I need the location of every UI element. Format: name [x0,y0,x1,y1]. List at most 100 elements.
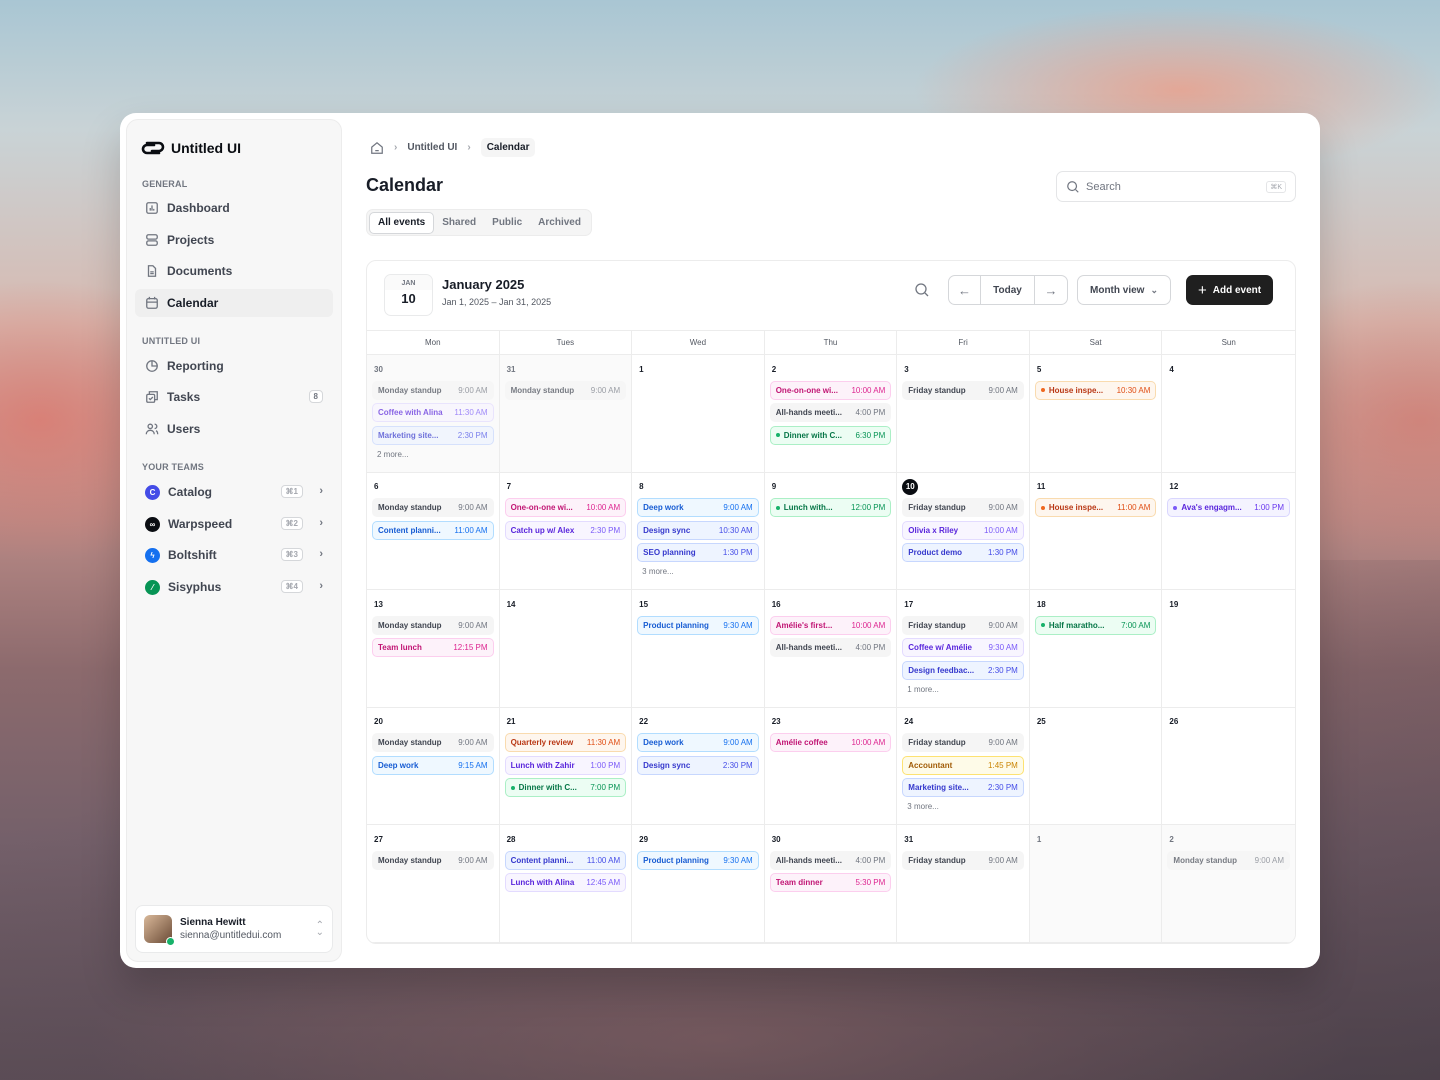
event-chip[interactable]: Monday standup 9:00 AM [372,380,494,400]
tab-archived[interactable]: Archived [530,212,589,234]
day-cell[interactable]: 2 One-on-one wi... 10:00 AM All-hands meeti… [764,355,898,473]
day-cell[interactable]: 1 [632,355,765,473]
day-cell[interactable]: 4 [1162,355,1295,473]
today-button[interactable]: Today [981,276,1035,304]
day-cell[interactable]: 6 Monday standup 9:00 AM Content planni... 1… [367,472,500,590]
event-chip[interactable]: Olivia x Riley 10:00 AM [902,520,1024,540]
event-chip[interactable]: Coffee with Alina 11:30 AM [372,403,494,422]
day-cell[interactable]: 21 Quarterly review 11:30 AM Lunch with Zah… [499,707,633,825]
sidebar-item-dashboard[interactable]: Dashboard [135,194,333,222]
event-chip[interactable]: House inspe... 10:30 AM [1034,380,1157,400]
event-chip[interactable]: Catch up w/ Alex 2:30 PM [504,520,627,540]
team-item-catalog[interactable]: C Catalog ⌘1 › [135,478,333,506]
day-cell[interactable]: 16 Amélie's first... 10:00 AM All-hands mee… [764,590,898,708]
event-chip[interactable]: Lunch with... 12:00 PM [769,498,892,517]
event-chip[interactable]: Friday standup 9:00 AM [902,850,1024,870]
event-chip[interactable]: Monday standup 9:00 AM [372,615,494,635]
day-cell[interactable]: 1 [1029,825,1163,943]
event-chip[interactable]: Product demo 1:30 PM [902,543,1024,562]
previous-month-button[interactable]: ← [949,276,981,304]
event-chip[interactable]: Amélie coffee 10:00 AM [769,733,892,752]
event-chip[interactable]: Design sync 2:30 PM [637,755,759,775]
day-cell[interactable]: 31 Friday standup 9:00 AM [897,825,1030,943]
event-chip[interactable]: Team lunch 12:15 PM [372,638,494,657]
day-cell[interactable]: 20 Monday standup 9:00 AM Deep work 9:15 AM [367,707,500,825]
day-cell[interactable]: 13 Monday standup 9:00 AM Team lunch 12:15 P… [367,590,500,708]
sidebar-item-tasks[interactable]: Tasks 8 [135,383,333,411]
day-cell[interactable]: 30 Monday standup 9:00 AM Coffee with Alina… [367,355,500,473]
tab-shared[interactable]: Shared [434,212,484,234]
team-item-boltshift[interactable]: ϟ Boltshift ⌘3 › [135,541,333,569]
event-chip[interactable]: Monday standup 9:00 AM [372,733,494,752]
event-chip[interactable]: Deep work 9:00 AM [637,498,759,517]
day-cell[interactable]: 26 [1162,708,1295,825]
event-chip[interactable]: Accountant 1:45 PM [902,755,1024,775]
sidebar-item-users[interactable]: Users [135,415,333,443]
event-chip[interactable]: Ava's engagm... 1:00 PM [1167,498,1290,517]
breadcrumb-current[interactable]: Calendar [480,138,536,157]
month-view-dropdown[interactable]: Month view ⌄ [1077,275,1171,305]
home-icon[interactable] [370,141,384,155]
event-chip[interactable]: Amélie's first... 10:00 AM [769,615,892,635]
day-cell[interactable]: 28 Content planni... 11:00 AM Lunch with Al… [499,825,633,943]
event-chip[interactable]: Quarterly review 11:30 AM [504,733,627,752]
tab-public[interactable]: Public [484,212,530,234]
event-chip[interactable]: SEO planning 1:30 PM [637,543,759,562]
day-cell[interactable]: 10 Friday standup 9:00 AM Olivia x Riley 10:… [897,472,1030,590]
day-cell[interactable]: 15 Product planning 9:30 AM [632,590,765,708]
next-month-button[interactable]: → [1035,276,1067,304]
event-chip[interactable]: Dinner with C... 7:00 PM [504,778,627,797]
breadcrumb-item[interactable]: Untitled UI [407,142,457,153]
event-chip[interactable]: Lunch with Zahir 1:00 PM [504,755,627,775]
day-cell[interactable]: 7 One-on-one wi... 10:00 AM Catch up w/ Ale… [499,472,633,590]
day-cell[interactable]: 17 Friday standup 9:00 AM Coffee w/ Amélie 9… [897,590,1030,708]
day-cell[interactable]: 31 Monday standup 9:00 AM [499,355,633,473]
search-input[interactable]: Search ⌘K [1056,171,1296,202]
event-chip[interactable]: All-hands meeti... 4:00 PM [769,850,892,870]
team-item-sisyphus[interactable]: ⁄ Sisyphus ⌘4 › [135,573,333,601]
more-events-link[interactable]: 3 more... [637,567,759,576]
event-chip[interactable]: Monday standup 9:00 AM [372,498,494,517]
brand-logo[interactable]: Untitled UI [141,140,241,156]
event-chip[interactable]: Marketing site... 2:30 PM [902,778,1024,797]
event-chip[interactable]: Monday standup 9:00 AM [504,380,627,400]
more-events-link[interactable]: 3 more... [902,802,1024,811]
day-cell[interactable]: 24 Friday standup 9:00 AM Accountant 1:45 PM… [897,707,1030,825]
event-chip[interactable]: Monday standup 9:00 AM [1167,850,1290,870]
event-chip[interactable]: Deep work 9:15 AM [372,755,494,775]
event-chip[interactable]: Product planning 9:30 AM [637,850,759,870]
day-cell[interactable]: 18 Half maratho... 7:00 AM [1029,590,1163,708]
event-chip[interactable]: Friday standup 9:00 AM [902,615,1024,635]
event-chip[interactable]: Design sync 10:30 AM [637,520,759,540]
sidebar-item-documents[interactable]: Documents [135,257,333,285]
event-chip[interactable]: Deep work 9:00 AM [637,733,759,752]
day-cell[interactable]: 3 Friday standup 9:00 AM [897,355,1030,473]
day-cell[interactable]: 8 Deep work 9:00 AM Design sync 10:30 AM SEO … [632,472,765,590]
day-cell[interactable]: 30 All-hands meeti... 4:00 PM Team dinner 5:… [764,825,898,943]
day-cell[interactable]: 12 Ava's engagm... 1:00 PM [1162,473,1295,590]
event-chip[interactable]: One-on-one wi... 10:00 AM [769,380,892,400]
day-cell[interactable]: 2 Monday standup 9:00 AM [1162,825,1295,943]
event-chip[interactable]: Lunch with Alina 12:45 AM [504,873,627,892]
event-chip[interactable]: Coffee w/ Amélie 9:30 AM [902,638,1024,657]
day-cell[interactable]: 23 Amélie coffee 10:00 AM [764,707,898,825]
event-chip[interactable]: Design feedbac... 2:30 PM [902,660,1024,680]
event-chip[interactable]: Content planni... 11:00 AM [372,520,494,540]
calendar-search-button[interactable] [914,275,930,305]
add-event-button[interactable]: + Add event [1186,275,1274,305]
event-chip[interactable]: Monday standup 9:00 AM [372,850,494,870]
day-cell[interactable]: 9 Lunch with... 12:00 PM [764,472,898,590]
event-chip[interactable]: Marketing site... 2:30 PM [372,425,494,445]
more-events-link[interactable]: 2 more... [372,450,494,459]
event-chip[interactable]: Dinner with C... 6:30 PM [769,425,892,445]
day-cell[interactable]: 19 [1162,590,1295,708]
event-chip[interactable]: Team dinner 5:30 PM [769,873,892,892]
day-cell[interactable]: 25 [1029,707,1163,825]
event-chip[interactable]: Half maratho... 7:00 AM [1034,615,1157,635]
day-cell[interactable]: 5 House inspe... 10:30 AM [1029,355,1163,473]
day-cell[interactable]: 22 Deep work 9:00 AM Design sync 2:30 PM [632,707,765,825]
event-chip[interactable]: Friday standup 9:00 AM [902,498,1024,517]
team-item-warpspeed[interactable]: ∞ Warpspeed ⌘2 › [135,510,333,538]
chevron-selector-icon[interactable]: ⌃ ⌄ [316,921,324,938]
day-cell[interactable]: 14 [499,590,633,708]
